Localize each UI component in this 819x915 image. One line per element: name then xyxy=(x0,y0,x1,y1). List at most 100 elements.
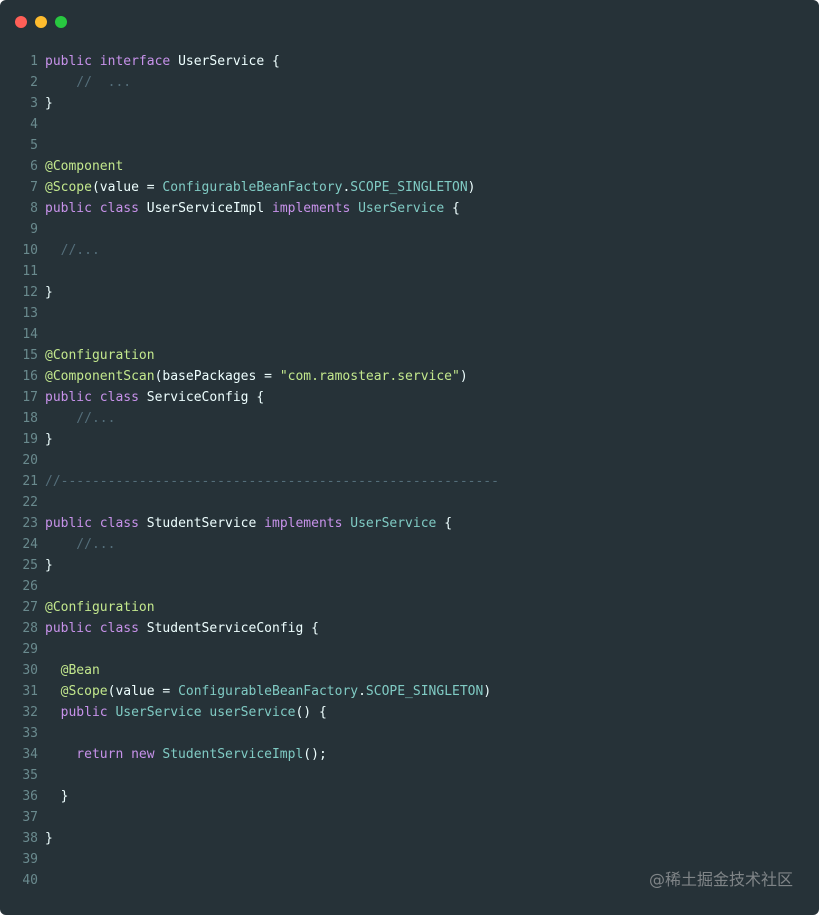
line-number: 6 xyxy=(30,159,38,174)
code-token: UserService xyxy=(350,516,445,531)
code-line: 22 xyxy=(0,492,819,513)
code-line: 18 //... xyxy=(0,408,819,429)
code-line: 34 return new StudentServiceImpl(); xyxy=(0,744,819,765)
code-token: UserService xyxy=(115,705,210,720)
code-line: 6 @Component xyxy=(0,156,819,177)
line-number: 21 xyxy=(22,474,38,489)
line-number: 2 xyxy=(30,75,38,90)
line-number: 31 xyxy=(22,684,38,699)
title-bar xyxy=(0,0,819,44)
code-line: 4 xyxy=(0,114,819,135)
line-number: 40 xyxy=(22,873,38,888)
code-token: ) xyxy=(459,369,468,384)
code-line: 26 xyxy=(0,576,819,597)
code-token: public xyxy=(45,705,116,720)
line-number: 16 xyxy=(22,369,38,384)
code-token: UserService xyxy=(358,201,453,216)
code-token: @Scope xyxy=(45,180,92,195)
line-number: 35 xyxy=(22,768,38,783)
line-number: 32 xyxy=(22,705,38,720)
line-number: 28 xyxy=(22,621,38,636)
code-line: 1 public interface UserService { xyxy=(0,51,819,72)
line-number: 27 xyxy=(22,600,38,615)
line-content: } xyxy=(45,786,69,807)
line-content: return new StudentServiceImpl(); xyxy=(45,744,327,765)
code-token: UserServiceImpl xyxy=(146,201,272,216)
code-token: (); xyxy=(303,747,327,762)
line-number: 8 xyxy=(30,201,38,216)
code-line: 17 public class ServiceConfig { xyxy=(0,387,819,408)
code-line: 21 //------------------------------------… xyxy=(0,471,819,492)
code-line: 12} xyxy=(0,282,819,303)
code-line: 7 @Scope(value = ConfigurableBeanFactory.… xyxy=(0,177,819,198)
line-number: 7 xyxy=(30,180,38,195)
line-number: 18 xyxy=(22,411,38,426)
code-token: { xyxy=(452,201,460,216)
code-line: 19} xyxy=(0,429,819,450)
line-content: //... xyxy=(45,408,115,429)
line-number: 20 xyxy=(22,453,38,468)
line-content: @Component xyxy=(45,156,123,177)
line-content: @Scope(value = ConfigurableBeanFactory.S… xyxy=(45,681,492,702)
code-line: 14 xyxy=(0,324,819,345)
line-content: public class ServiceConfig { xyxy=(45,387,264,408)
maximize-window-icon[interactable] xyxy=(55,16,67,28)
watermark: @稀土掘金技术社区 xyxy=(648,870,793,889)
code-token: { xyxy=(256,390,265,405)
code-line: 32 public UserService userService() { xyxy=(0,702,819,723)
code-token: ( xyxy=(91,180,100,195)
line-content: @ComponentScan(basePackages = "com.ramos… xyxy=(45,366,468,387)
code-editor[interactable]: 1 public interface UserService {2 // ... 3… xyxy=(0,51,819,891)
code-token: @Configuration xyxy=(45,348,155,363)
code-line: 28 public class StudentServiceConfig { xyxy=(0,618,819,639)
code-line: 15 @Configuration xyxy=(0,345,819,366)
code-token: public xyxy=(45,54,100,69)
code-line: 13 xyxy=(0,303,819,324)
line-number: 15 xyxy=(22,348,38,363)
line-number: 23 xyxy=(22,516,38,531)
code-token: { xyxy=(272,54,280,69)
code-token: StudentServiceConfig xyxy=(146,621,312,636)
line-number: 38 xyxy=(22,831,38,846)
code-token: //... xyxy=(45,537,116,552)
line-number: 33 xyxy=(22,726,38,741)
code-token: interface xyxy=(99,54,179,69)
code-token: } xyxy=(45,558,53,573)
minimize-window-icon[interactable] xyxy=(35,16,47,28)
line-number: 5 xyxy=(30,138,38,153)
code-token: SCOPE_SINGLETON xyxy=(350,180,468,195)
code-token: @Configuration xyxy=(45,600,155,615)
code-line: 31 @Scope(value = ConfigurableBeanFactor… xyxy=(0,681,819,702)
code-line: 29 xyxy=(0,639,819,660)
code-line: 38} xyxy=(0,828,819,849)
code-token: class xyxy=(99,621,147,636)
code-token: UserService xyxy=(178,54,272,69)
code-token: = xyxy=(138,180,163,195)
line-content: public interface UserService { xyxy=(45,51,280,72)
code-line: 2 // ... xyxy=(0,72,819,93)
code-token: "com.ramostear.service" xyxy=(279,369,460,384)
line-content: // ... xyxy=(45,72,131,93)
code-token: // ... xyxy=(45,75,132,90)
line-content: @Configuration xyxy=(45,597,155,618)
code-token: ConfigurableBeanFactory xyxy=(162,180,343,195)
code-token: implements xyxy=(272,201,359,216)
code-line: 20 xyxy=(0,450,819,471)
code-token: { xyxy=(444,516,453,531)
line-number: 4 xyxy=(30,117,38,132)
line-number: 19 xyxy=(22,432,38,447)
code-token: public xyxy=(45,201,100,216)
code-token: = xyxy=(256,369,280,384)
code-token: @ComponentScan xyxy=(45,369,155,384)
line-number: 3 xyxy=(30,96,38,111)
code-token: { xyxy=(311,621,319,636)
line-content: @Bean xyxy=(45,660,100,681)
code-token: } xyxy=(45,432,53,447)
code-line: 24 //... xyxy=(0,534,819,555)
close-window-icon[interactable] xyxy=(15,16,27,28)
line-number: 1 xyxy=(30,54,38,69)
code-token: value xyxy=(115,684,155,699)
code-token: ConfigurableBeanFactory xyxy=(178,684,359,699)
line-number: 12 xyxy=(22,285,38,300)
line-content: public class StudentServiceConfig { xyxy=(45,618,319,639)
